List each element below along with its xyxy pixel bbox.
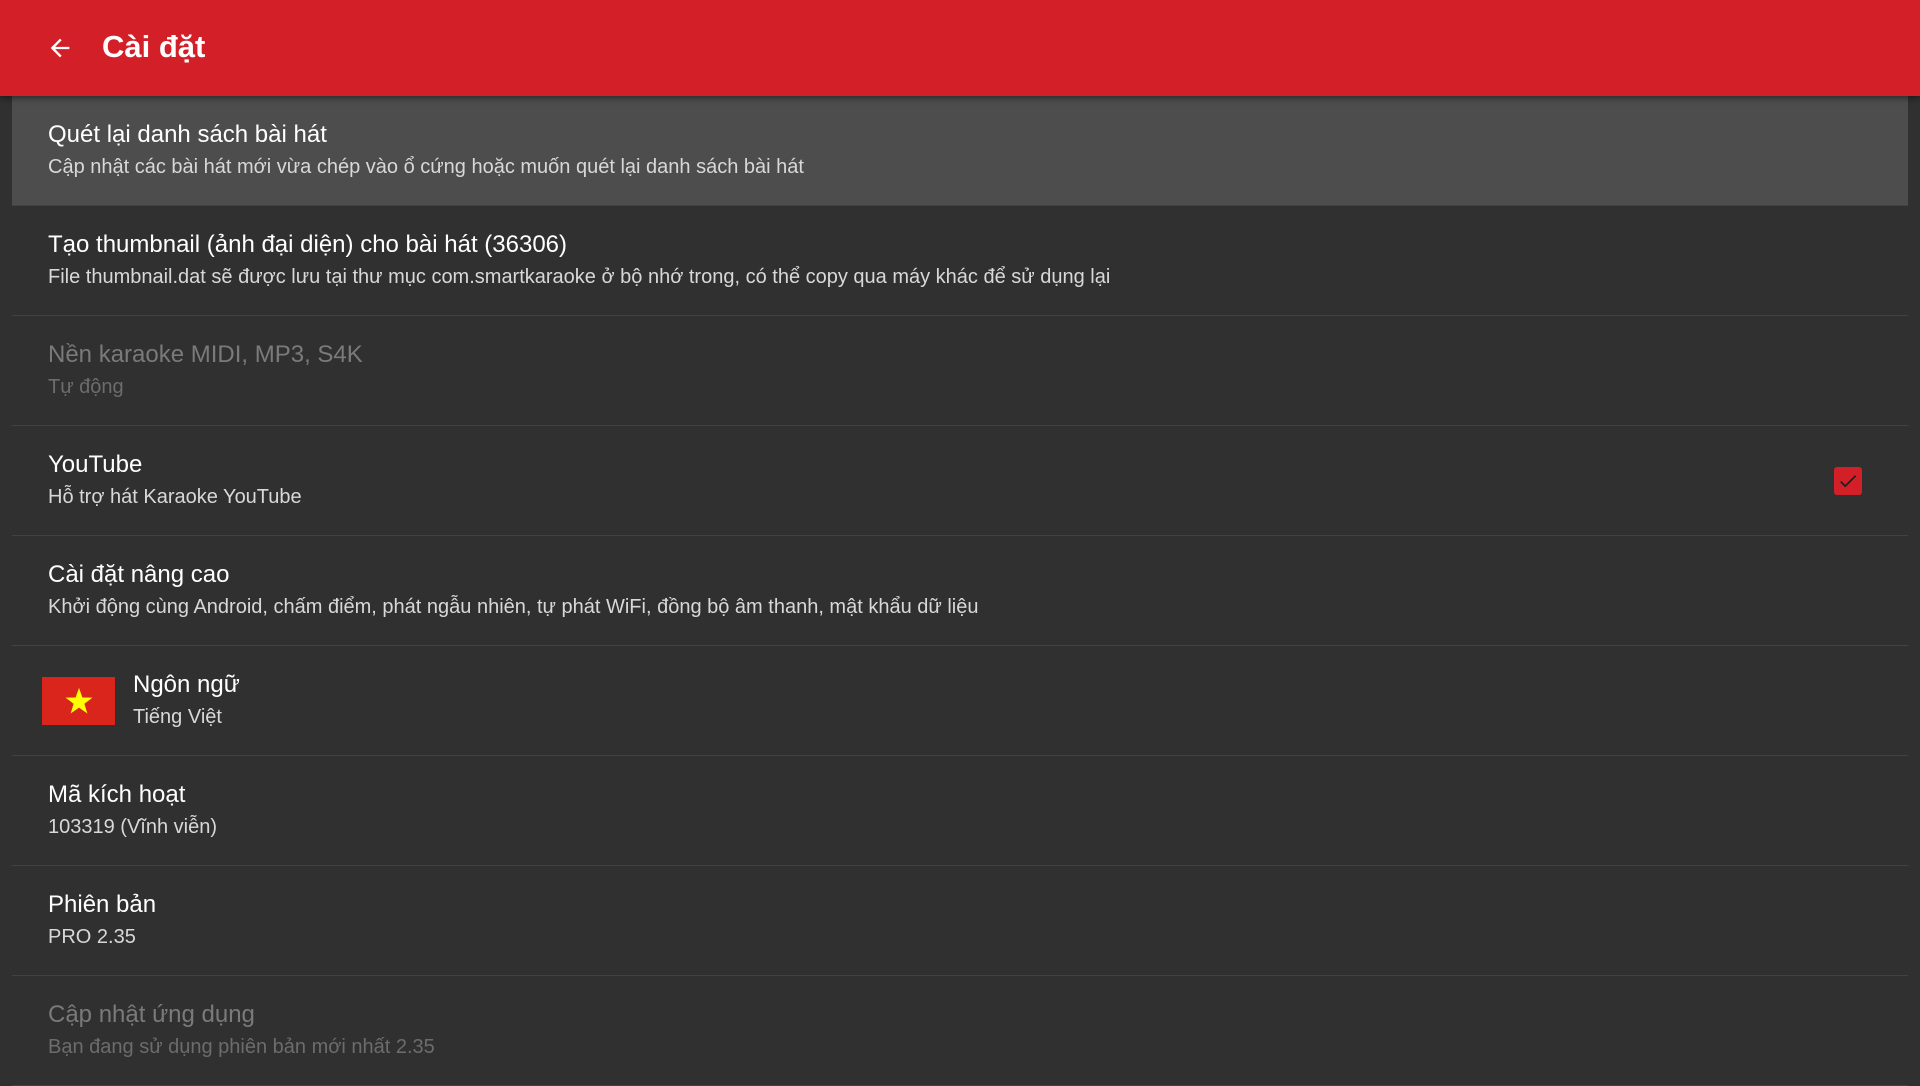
setting-summary: Khởi động cùng Android, chấm điểm, phát … [48,596,979,618]
setting-title: Mã kích hoạt [48,781,186,808]
setting-rescan-songs[interactable]: Quét lại danh sách bài hát Cập nhật các … [12,96,1908,206]
setting-summary: Hỗ trợ hát Karaoke YouTube [48,486,302,508]
setting-summary: Tiếng Việt [133,706,222,728]
setting-youtube[interactable]: YouTube Hỗ trợ hát Karaoke YouTube [12,426,1908,536]
setting-advanced[interactable]: Cài đặt nâng cao Khởi động cùng Android,… [12,536,1908,646]
setting-summary: File thumbnail.dat sẽ được lưu tại thư m… [48,266,1111,288]
check-icon [1840,475,1857,488]
setting-language[interactable]: Ngôn ngữ Tiếng Việt [12,646,1908,756]
setting-summary: Cập nhật các bài hát mới vừa chép vào ổ … [48,156,804,178]
setting-summary: Tự động [48,376,124,398]
setting-title: Tạo thumbnail (ảnh đại diện) cho bài hát… [48,231,567,258]
setting-version[interactable]: Phiên bản PRO 2.35 [12,866,1908,976]
vietnam-flag-icon [42,677,115,725]
settings-list: Quét lại danh sách bài hát Cập nhật các … [12,96,1908,1086]
youtube-checkbox[interactable] [1834,467,1862,495]
arrow-back-icon [50,38,70,58]
setting-title: Cài đặt nâng cao [48,561,230,588]
setting-title: Cập nhật ứng dụng [48,1001,255,1028]
setting-title: Quét lại danh sách bài hát [48,121,327,148]
setting-title: YouTube [48,451,143,478]
setting-update-app: Cập nhật ứng dụng Bạn đang sử dụng phiên… [12,976,1908,1086]
setting-karaoke-background: Nền karaoke MIDI, MP3, S4K Tự động [12,316,1908,426]
setting-create-thumbnail[interactable]: Tạo thumbnail (ảnh đại diện) cho bài hát… [12,206,1908,316]
setting-summary: 103319 (Vĩnh viễn) [48,816,218,838]
back-button[interactable] [36,24,84,72]
setting-summary: Bạn đang sử dụng phiên bản mới nhất 2.35 [48,1036,435,1058]
setting-summary: PRO 2.35 [48,926,136,948]
setting-title: Ngôn ngữ [133,671,240,698]
setting-title: Phiên bản [48,891,157,918]
app-bar: Cài đặt [0,0,1920,96]
setting-title: Nền karaoke MIDI, MP3, S4K [48,341,363,368]
page-title: Cài đặt [102,29,206,64]
setting-activation-code[interactable]: Mã kích hoạt 103319 (Vĩnh viễn) [12,756,1908,866]
